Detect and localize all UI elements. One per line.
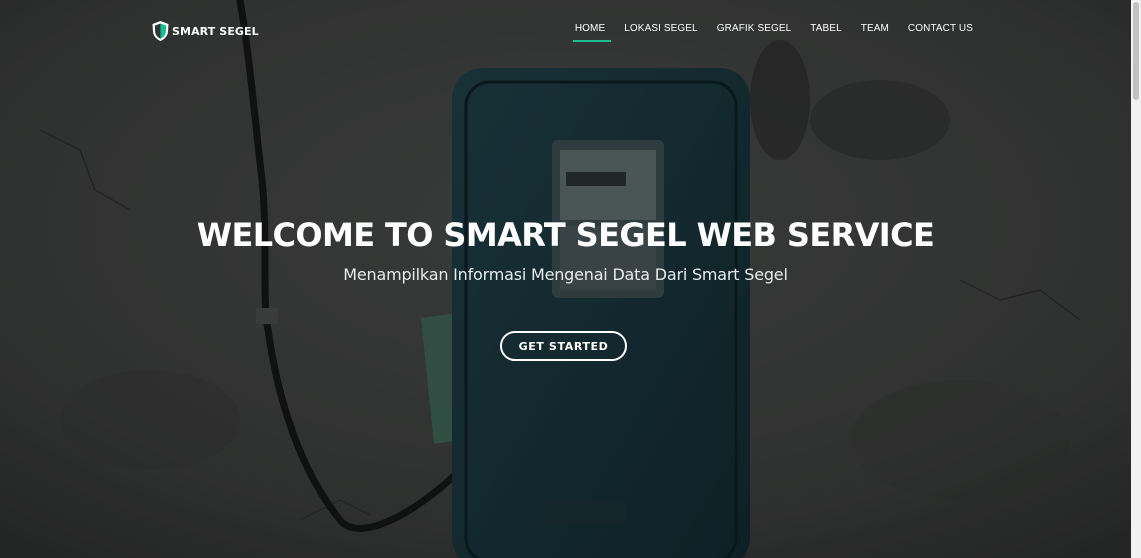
nav-item-lokasi-segel[interactable]: LOKASI SEGEL (624, 23, 697, 42)
nav-item-team[interactable]: TEAM (861, 23, 889, 42)
page: SMART SEGEL HOME LOKASI SEGEL GRAFIK SEG… (0, 0, 1141, 558)
scrollbar-thumb[interactable] (1133, 2, 1139, 100)
nav-item-tabel[interactable]: TABEL (810, 23, 841, 42)
get-started-button[interactable]: GET STARTED (500, 331, 627, 361)
hero-subtitle: Menampilkan Informasi Mengenai Data Dari… (343, 265, 788, 284)
shield-icon (152, 21, 169, 41)
hero-title: WELCOME TO SMART SEGEL WEB SERVICE (196, 216, 935, 254)
nav-item-home[interactable]: HOME (572, 23, 612, 42)
brand-logo[interactable]: SMART SEGEL (151, 20, 259, 42)
site-header: SMART SEGEL HOME LOKASI SEGEL GRAFIK SEG… (0, 0, 1131, 62)
brand-name: SMART SEGEL (172, 24, 259, 38)
nav-item-contact-us[interactable]: CONTACT US (908, 23, 973, 42)
main-nav: HOME LOKASI SEGEL GRAFIK SEGEL TABEL TEA… (572, 23, 973, 42)
page-scrollbar[interactable] (1131, 0, 1141, 558)
nav-item-grafik-segel[interactable]: GRAFIK SEGEL (717, 23, 792, 42)
